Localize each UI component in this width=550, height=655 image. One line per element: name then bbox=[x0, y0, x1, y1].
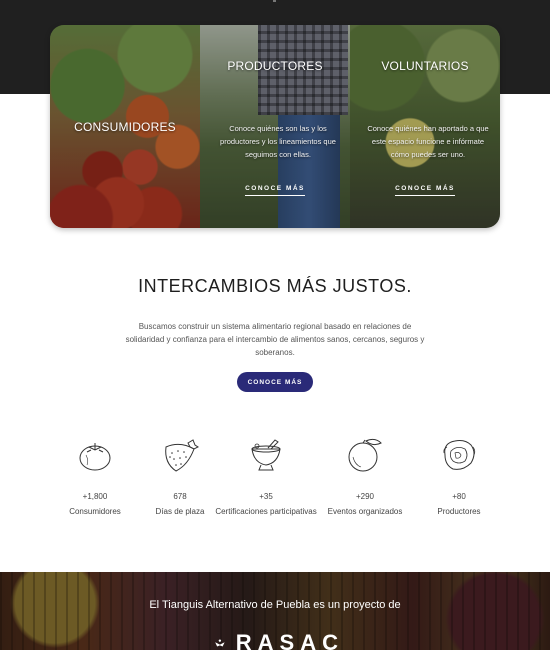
card-link-productores[interactable]: CONOCE MÁS bbox=[200, 185, 350, 196]
top-marker bbox=[273, 0, 276, 2]
rasac-logo-icon bbox=[215, 639, 225, 647]
strawberry-icon bbox=[165, 439, 199, 472]
stat-value: +80 bbox=[452, 492, 466, 501]
mortar-icon bbox=[251, 439, 281, 471]
section-body: Buscamos construir un sistema alimentari… bbox=[125, 322, 425, 357]
stat-certificaciones: +35 Certificaciones participativas bbox=[211, 437, 321, 518]
audience-cards: CONSUMIDORES PRODUCTORES Conoce quiénes … bbox=[50, 25, 500, 228]
orange-icon bbox=[348, 438, 382, 472]
tomato-icon bbox=[79, 443, 111, 471]
card-title: VOLUNTARIOS bbox=[381, 59, 469, 73]
card-title: CONSUMIDORES bbox=[74, 120, 176, 134]
footer-banner: El Tianguis Alternativo de Puebla es un … bbox=[0, 572, 550, 654]
card-title: PRODUCTORES bbox=[227, 59, 323, 73]
stat-label: Certificaciones participativas bbox=[215, 507, 317, 516]
card-productores[interactable]: PRODUCTORES Conoce quiénes son las y los… bbox=[200, 25, 350, 228]
card-link-voluntarios[interactable]: CONOCE MÁS bbox=[350, 185, 500, 196]
stat-productores: +80 Productores bbox=[404, 437, 514, 518]
stat-value: +35 bbox=[259, 492, 273, 501]
rasac-logo[interactable]: RASAC bbox=[214, 632, 344, 654]
rasac-logo-text: RASAC bbox=[235, 630, 344, 655]
card-description: Conoce quiénes son las y los productores… bbox=[220, 124, 336, 159]
section-title: INTERCAMBIOS MÁS JUSTOS. bbox=[138, 276, 412, 296]
conoce-mas-button[interactable]: CONOCE MÁS bbox=[237, 372, 313, 392]
footer-text: El Tianguis Alternativo de Puebla es un … bbox=[149, 599, 401, 611]
cabbage-icon bbox=[443, 440, 476, 470]
card-consumidores[interactable]: CONSUMIDORES bbox=[50, 25, 200, 228]
card-description: Conoce quiénes han aportado a que este e… bbox=[367, 124, 489, 159]
stat-label: Productores bbox=[437, 507, 481, 516]
card-voluntarios[interactable]: VOLUNTARIOS Conoce quiénes han aportado … bbox=[350, 25, 500, 228]
